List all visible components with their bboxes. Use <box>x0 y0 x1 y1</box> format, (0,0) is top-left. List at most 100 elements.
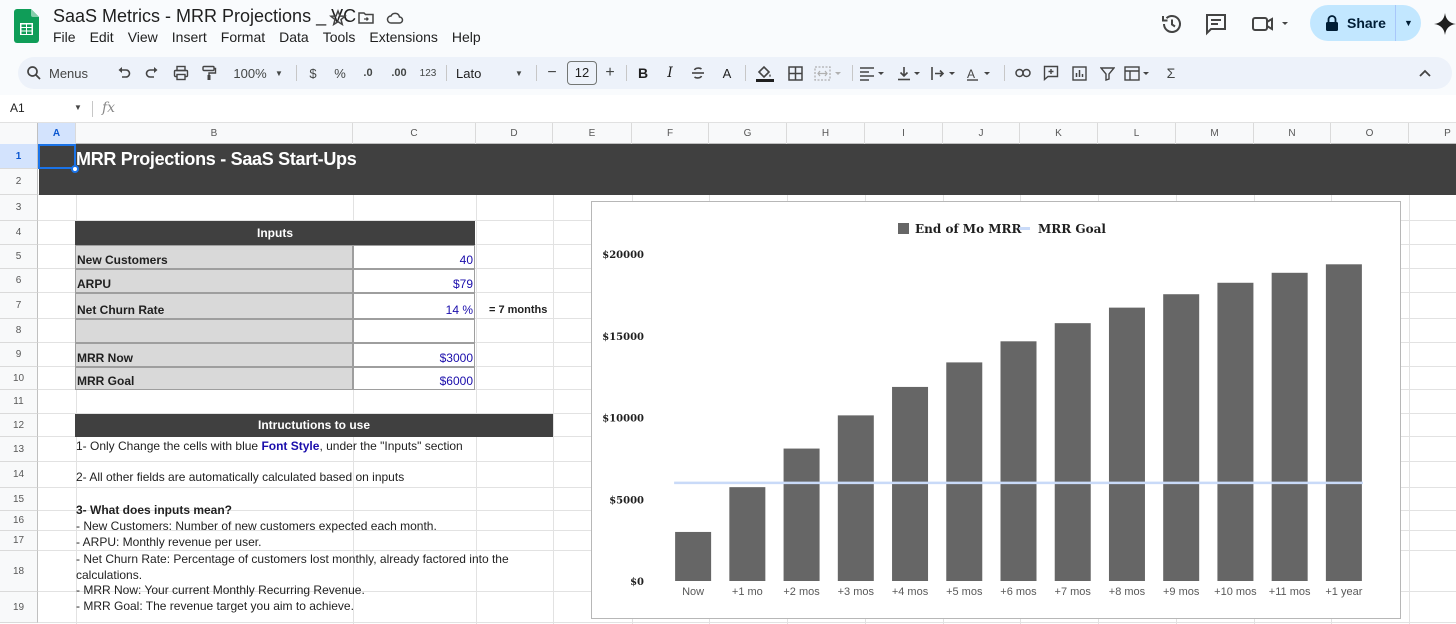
horizontal-align-button[interactable] <box>858 57 888 89</box>
menu-insert[interactable]: Insert <box>165 28 214 46</box>
version-history-icon[interactable] <box>1160 12 1184 36</box>
menu-format[interactable]: Format <box>214 28 272 46</box>
instruction-3[interactable]: 3- What does inputs mean? <box>76 503 232 517</box>
churn-months-note[interactable]: = 7 months <box>489 304 547 316</box>
paint-format-button[interactable] <box>198 57 220 89</box>
increase-font-size-button[interactable]: + <box>602 57 618 89</box>
row-header-4[interactable]: 4 <box>0 221 38 245</box>
input-value-mrr-goal[interactable]: $6000 <box>353 367 475 390</box>
row-header-13[interactable]: 13 <box>0 437 38 462</box>
meet-dropdown-caret-icon[interactable] <box>1280 12 1290 36</box>
input-value-arpu[interactable]: $79 <box>353 269 475 293</box>
column-header-g[interactable]: G <box>709 123 787 144</box>
insert-comment-button[interactable] <box>1040 57 1062 89</box>
column-header-p[interactable]: P <box>1409 123 1456 144</box>
instruction-4[interactable]: - New Customers: Number of new customers… <box>76 519 437 533</box>
column-header-e[interactable]: E <box>553 123 632 144</box>
insert-chart-button[interactable] <box>1068 57 1090 89</box>
currency-format-button[interactable]: $ <box>304 57 322 89</box>
menu-help[interactable]: Help <box>445 28 488 46</box>
row-header-7[interactable]: 7 <box>0 293 38 319</box>
italic-button[interactable]: I <box>661 57 679 89</box>
menu-extensions[interactable]: Extensions <box>362 28 444 46</box>
input-label-empty[interactable] <box>75 319 353 343</box>
decrease-font-size-button[interactable]: − <box>544 57 560 89</box>
instruction-2[interactable]: 2- All other fields are automatically ca… <box>76 470 404 484</box>
bold-button[interactable]: B <box>634 57 652 89</box>
instruction-5[interactable]: - ARPU: Monthly revenue per user. <box>76 535 261 549</box>
percent-format-button[interactable]: % <box>331 57 349 89</box>
fill-color-button[interactable] <box>754 57 776 89</box>
instruction-6[interactable]: - Net Churn Rate: Percentage of customer… <box>76 552 509 566</box>
merge-cells-button[interactable] <box>812 57 844 89</box>
input-label-arpu[interactable]: ARPU <box>75 269 353 293</box>
borders-button[interactable] <box>784 57 806 89</box>
row-header-8[interactable]: 8 <box>0 319 38 343</box>
cloud-saved-icon[interactable] <box>386 9 404 27</box>
insert-link-button[interactable] <box>1012 57 1034 89</box>
text-wrapping-button[interactable] <box>930 57 960 89</box>
row-header-5[interactable]: 5 <box>0 245 38 269</box>
row-header-14[interactable]: 14 <box>0 462 38 488</box>
name-box-caret-icon[interactable]: ▼ <box>74 103 82 112</box>
share-main[interactable]: Share <box>1310 5 1396 41</box>
increase-decimal-button[interactable]: .00 <box>387 57 411 89</box>
input-value-empty[interactable] <box>353 319 475 343</box>
menu-data[interactable]: Data <box>272 28 316 46</box>
menus-search[interactable]: Menus <box>26 57 106 89</box>
instruction-8[interactable]: - MRR Now: Your current Monthly Recurrin… <box>76 583 365 597</box>
row-header-6[interactable]: 6 <box>0 269 38 293</box>
number-format-button[interactable]: 123 <box>417 57 439 89</box>
comments-icon[interactable] <box>1204 12 1228 36</box>
functions-button[interactable]: Σ <box>1162 57 1180 89</box>
fill-handle[interactable] <box>71 165 79 173</box>
column-header-f[interactable]: F <box>632 123 709 144</box>
column-header-o[interactable]: O <box>1331 123 1409 144</box>
text-rotation-button[interactable]: A <box>964 57 996 89</box>
meet-video-icon[interactable] <box>1251 12 1275 36</box>
redo-button[interactable] <box>142 57 162 89</box>
share-button[interactable]: Share ▼ <box>1310 5 1421 41</box>
font-family-select[interactable]: Lato <box>456 57 502 89</box>
row-header-11[interactable]: 11 <box>0 390 38 414</box>
decrease-decimal-button[interactable]: .0 <box>357 57 379 89</box>
zoom-select[interactable]: 100% <box>228 57 272 89</box>
filter-views-button[interactable] <box>1122 57 1154 89</box>
row-header-9[interactable]: 9 <box>0 343 38 367</box>
strikethrough-button[interactable] <box>689 57 707 89</box>
star-icon[interactable] <box>329 9 347 27</box>
filter-button[interactable] <box>1096 57 1118 89</box>
column-header-n[interactable]: N <box>1254 123 1331 144</box>
row-header-2[interactable]: 2 <box>0 169 38 195</box>
move-folder-icon[interactable] <box>357 9 375 27</box>
collapse-toolbar-button[interactable] <box>1416 57 1434 89</box>
inputs-header[interactable]: Inputs <box>75 221 475 245</box>
text-color-button[interactable]: A <box>718 57 736 89</box>
column-header-b[interactable]: B <box>76 123 353 144</box>
input-label-mrr-goal[interactable]: MRR Goal <box>75 367 353 390</box>
menu-edit[interactable]: Edit <box>83 28 121 46</box>
input-label-new-customers[interactable]: New Customers <box>75 245 353 269</box>
zoom-caret-icon[interactable]: ▼ <box>272 57 286 89</box>
row-header-1[interactable]: 1 <box>0 144 38 169</box>
row-header-17[interactable]: 17 <box>0 531 38 551</box>
select-all-corner[interactable] <box>0 123 38 144</box>
input-value-mrr-now[interactable]: $3000 <box>353 343 475 367</box>
document-title[interactable]: SaaS Metrics - MRR Projections _ VC <box>53 6 356 27</box>
column-header-a[interactable]: A <box>38 123 76 144</box>
mrr-chart[interactable]: End of Mo MRR MRR Goal $0 $5000 $10000 $15000… <box>591 201 1401 619</box>
input-label-mrr-now[interactable]: MRR Now <box>75 343 353 367</box>
column-header-j[interactable]: J <box>943 123 1020 144</box>
share-dropdown-caret-icon[interactable]: ▼ <box>1396 18 1421 28</box>
row-header-15[interactable]: 15 <box>0 488 38 511</box>
column-header-h[interactable]: H <box>787 123 865 144</box>
column-header-l[interactable]: L <box>1098 123 1176 144</box>
column-header-i[interactable]: I <box>865 123 943 144</box>
column-header-m[interactable]: M <box>1176 123 1254 144</box>
font-family-caret-icon[interactable]: ▼ <box>512 57 526 89</box>
column-header-k[interactable]: K <box>1020 123 1098 144</box>
input-value-net-churn-rate[interactable]: 14 % <box>353 293 475 319</box>
gemini-sparkle-icon[interactable] <box>1433 12 1456 36</box>
name-box[interactable]: A1 <box>10 101 25 115</box>
instruction-1[interactable]: 1- Only Change the cells with blue Font … <box>76 439 463 453</box>
